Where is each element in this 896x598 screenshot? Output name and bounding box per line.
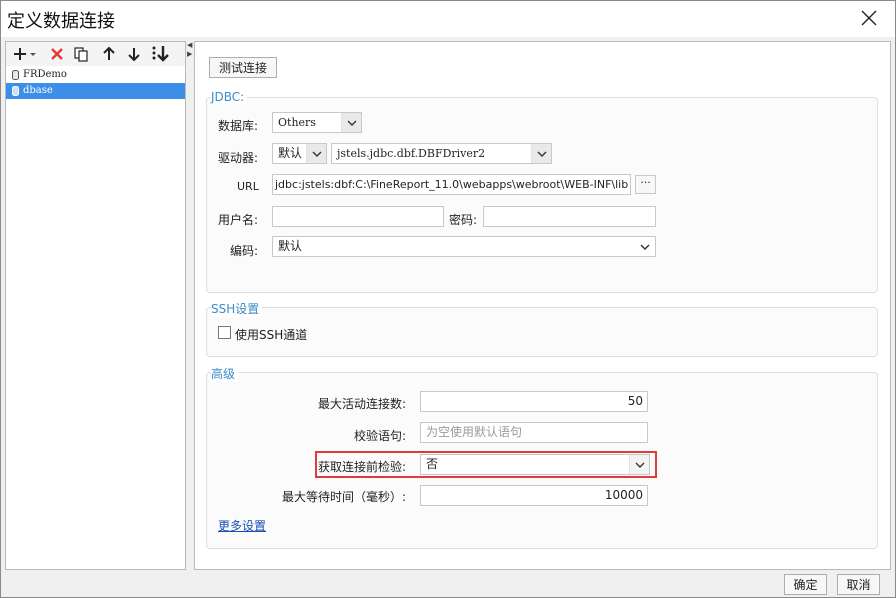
close-button[interactable] [859,8,879,28]
database-select[interactable]: Others [272,112,362,133]
close-icon [861,10,877,26]
connection-tree: FRDemo dbase [6,67,185,99]
ok-button[interactable]: 确定 [784,574,827,595]
expand-right-icon[interactable]: ▶ [187,50,192,58]
copy-connection-button[interactable] [70,44,92,64]
validation-query-label: 校验语句: [353,429,406,443]
database-icon [12,86,19,96]
max-active-label: 最大活动连接数: [317,397,406,411]
sort-icon [152,46,169,62]
url-input[interactable]: jdbc:jstels:dbf:C:\FineReport_11.0\webap… [272,174,631,195]
encoding-label: 编码: [230,244,259,258]
test-before-value: 否 [426,457,439,471]
jdbc-group-title: JDBC: [211,90,248,104]
driver-class-value: jstels.jdbc.dbf.DBFDriver2 [337,147,486,160]
dialog-window: 定义数据连接 FRDemo dbase ◀ ▶ 测试连接 JDBC: 数据库: … [0,0,896,598]
copy-icon [74,47,88,62]
connection-label: dbase [23,85,53,96]
test-before-select[interactable]: 否 [420,454,650,475]
ssh-group-title: SSH设置 [211,300,263,317]
add-connection-button[interactable] [10,44,40,64]
validation-query-input[interactable]: 为空使用默认语句 [420,422,648,443]
username-label: 用户名: [218,213,259,227]
database-value: Others [278,116,316,129]
url-browse-button[interactable]: ··· [635,175,656,194]
connection-settings-pane: 测试连接 JDBC: 数据库: Others 驱动器: 默认 jstels.jd… [194,41,891,570]
arrow-down-icon [128,48,140,62]
username-input[interactable] [272,206,444,227]
move-up-button[interactable] [98,44,120,64]
cancel-button[interactable]: 取消 [837,574,880,595]
connection-label: FRDemo [23,69,67,80]
encoding-select[interactable]: 默认 [272,236,656,257]
password-input[interactable] [483,206,656,227]
move-down-button[interactable] [123,44,145,64]
connection-item-dbase[interactable]: dbase [6,83,185,99]
max-active-input[interactable]: 50 [420,391,648,412]
dialog-title: 定义数据连接 [7,11,115,32]
test-connection-button[interactable]: 测试连接 [209,57,277,78]
encoding-value: 默认 [278,239,303,253]
max-wait-label: 最大等待时间（毫秒）: [281,490,406,504]
driver-label: 驱动器: [218,151,259,165]
more-settings-link[interactable]: 更多设置 [218,517,266,534]
use-ssh-checkbox[interactable] [218,326,231,339]
delete-connection-button[interactable] [46,44,68,64]
max-wait-input[interactable]: 10000 [420,485,648,506]
driver-mode-value: 默认 [278,146,303,160]
arrow-up-icon [103,46,115,60]
chevron-down-icon [531,144,551,163]
title-bar: 定义数据连接 [1,1,895,37]
chevron-down-icon [629,455,649,474]
plus-icon [14,48,36,60]
database-label: 数据库: [218,119,259,133]
database-icon [12,70,19,80]
sort-button[interactable] [149,44,171,64]
chevron-down-icon [635,237,655,256]
pane-splitter[interactable]: ◀ ▶ [187,41,193,570]
chevron-down-icon [341,113,361,132]
use-ssh-label: 使用SSH通道 [235,328,308,342]
list-toolbar [6,42,185,66]
advanced-group-title: 高级 [211,365,239,382]
connection-item-frdemo[interactable]: FRDemo [6,67,185,83]
url-label: URL [237,180,259,193]
test-before-label: 获取连接前检验: [317,460,406,474]
collapse-left-icon[interactable]: ◀ [187,41,192,49]
chevron-down-icon [306,144,326,163]
driver-class-select[interactable]: jstels.jdbc.dbf.DBFDriver2 [331,143,552,164]
driver-mode-select[interactable]: 默认 [272,143,327,164]
password-label: 密码: [449,213,478,227]
delete-icon [51,48,63,60]
connection-list-pane: FRDemo dbase [5,41,186,570]
